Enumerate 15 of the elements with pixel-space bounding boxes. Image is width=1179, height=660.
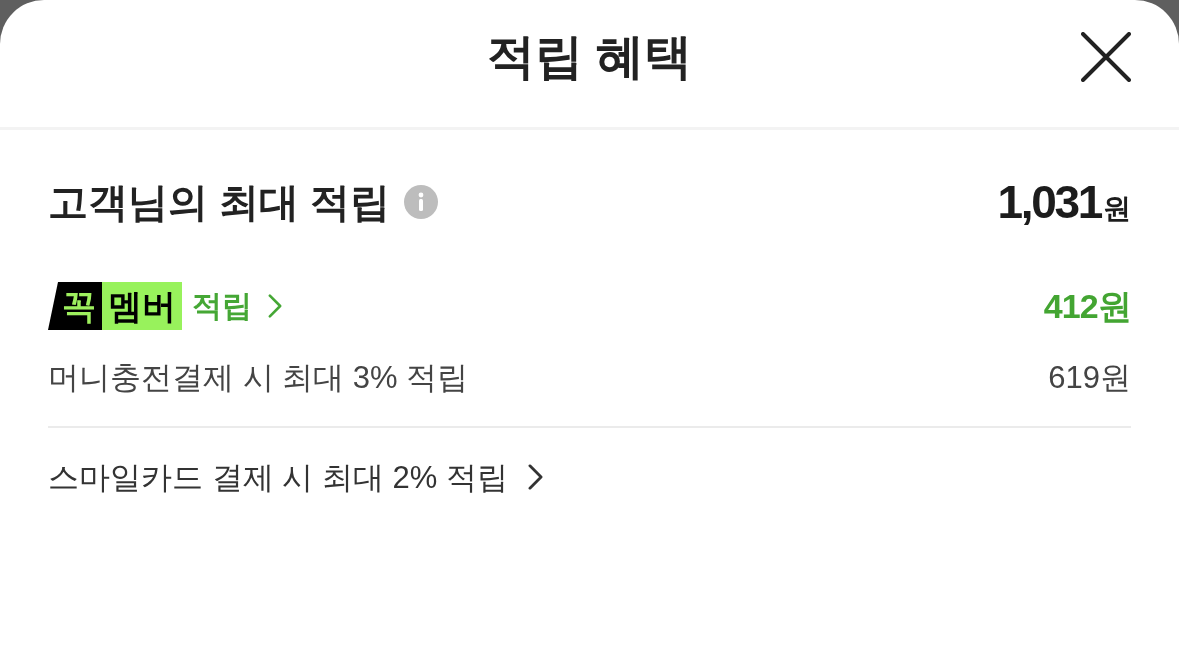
benefit-description: 머니충전결제 시 최대 3% 적립 [48, 361, 469, 393]
membership-logo-label: 멤버 [102, 282, 182, 330]
chevron-right-icon [268, 294, 282, 318]
info-icon [404, 185, 439, 219]
membership-points-amount: 412원 [1043, 289, 1131, 323]
close-icon [1081, 31, 1131, 82]
close-button[interactable] [1079, 29, 1133, 84]
summary-label: 고객님의 최대 적립 [48, 182, 391, 222]
card-offer-link[interactable]: 스마일카드 결제 시 최대 2% 적립 [48, 461, 543, 493]
chevron-right-icon [527, 464, 543, 490]
benefit-amount: 619원 [1048, 361, 1131, 393]
sheet-title: 적립 혜택 [486, 32, 693, 81]
currency-unit: 원 [1103, 195, 1131, 223]
membership-logo-mark: 꼭 [48, 282, 102, 330]
total-points-amount: 1,031 [997, 179, 1101, 225]
